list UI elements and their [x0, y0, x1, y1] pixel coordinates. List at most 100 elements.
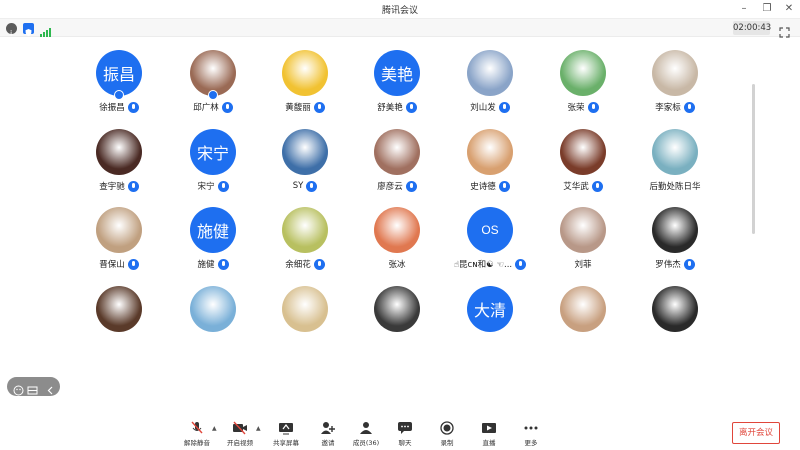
avatar: [652, 50, 698, 96]
participant-tile[interactable]: [168, 286, 258, 345]
participant-tile[interactable]: 李家标: [630, 50, 720, 126]
participant-tile[interactable]: 黄馥丽: [260, 50, 350, 126]
mic-on-icon: [313, 258, 325, 270]
video-options-caret[interactable]: ▲: [256, 425, 261, 432]
emoji-icon[interactable]: [13, 381, 24, 396]
participant-nameline: 黄馥丽: [260, 100, 350, 114]
start-video-label: 开启视频: [227, 439, 253, 447]
participant-nameline: SY: [260, 179, 350, 193]
participant-name: SY: [292, 181, 304, 191]
avatar: [652, 129, 698, 175]
mic-on-icon: [683, 258, 695, 270]
participant-tile[interactable]: 大清: [445, 286, 535, 345]
participant-tile[interactable]: 宋宁 宋宁: [168, 129, 258, 205]
participant-tile[interactable]: 刘山发: [445, 50, 535, 126]
restore-icon[interactable]: ❐: [760, 2, 774, 16]
mic-on-icon: [498, 180, 510, 192]
participant-name: 施健: [197, 260, 215, 270]
participant-tile[interactable]: [630, 286, 720, 345]
chat-button[interactable]: 聊天: [382, 420, 428, 450]
live-button[interactable]: 直播: [466, 420, 512, 450]
participant-nameline: 余细花: [260, 257, 350, 271]
avatar: [282, 286, 328, 332]
participant-tile[interactable]: OS ☝昆ᴄɴ和☯ ☜...: [445, 207, 535, 283]
signal-icon[interactable]: [40, 23, 51, 37]
floating-view-switch[interactable]: [7, 377, 60, 396]
participant-tile[interactable]: 施健 施健: [168, 207, 258, 283]
participant-tile[interactable]: [352, 286, 442, 345]
layout-icon[interactable]: [27, 381, 38, 395]
participant-tile[interactable]: 后勤处陈日华: [630, 129, 720, 205]
share-screen-icon: [278, 420, 294, 435]
participant-tile[interactable]: 刘菲: [538, 207, 628, 283]
participant-nameline: 舒美艳: [352, 100, 442, 114]
avatar: [282, 207, 328, 253]
info-icon[interactable]: i: [6, 23, 17, 38]
participant-tile[interactable]: 晋保山: [74, 207, 164, 283]
mic-on-icon: [313, 101, 325, 113]
leave-meeting-button[interactable]: 离开会议: [732, 422, 780, 444]
participant-nameline: 晋保山: [74, 257, 164, 271]
avatar: [652, 207, 698, 253]
close-icon[interactable]: ✕: [782, 2, 796, 16]
participant-tile[interactable]: [74, 286, 164, 345]
participant-name: 李家标: [655, 103, 681, 113]
participant-nameline: 艾华武: [538, 179, 628, 193]
avatar: [374, 129, 420, 175]
mic-on-icon: [127, 258, 139, 270]
participant-name: 罗伟杰: [655, 260, 681, 270]
participant-nameline: 罗伟杰: [630, 257, 720, 271]
mic-on-icon: [405, 101, 417, 113]
mic-on-icon: [498, 101, 510, 113]
mic-on-icon: [306, 180, 318, 192]
mic-on-icon: [127, 180, 139, 192]
more-button[interactable]: 更多: [508, 420, 554, 450]
avatar: [560, 286, 606, 332]
participant-tile[interactable]: 艾华武: [538, 129, 628, 205]
audio-options-caret[interactable]: ▲: [212, 425, 217, 432]
participant-tile[interactable]: 美艳 舒美艳: [352, 50, 442, 126]
participant-tile[interactable]: 张荣: [538, 50, 628, 126]
participant-tile[interactable]: 史诗德: [445, 129, 535, 205]
participant-name: 余细花: [285, 260, 311, 270]
participant-name: 张荣: [567, 103, 585, 113]
participant-tile[interactable]: SY: [260, 129, 350, 205]
share-screen-label: 共享屏幕: [273, 439, 299, 447]
participant-name: 廖彦云: [377, 182, 403, 192]
participant-tile[interactable]: 查宇驰: [74, 129, 164, 205]
shield-icon[interactable]: [23, 23, 34, 37]
participant-tile[interactable]: 邱广林: [168, 50, 258, 126]
avatar: [652, 286, 698, 332]
collapse-icon[interactable]: [45, 381, 56, 395]
avatar: [560, 129, 606, 175]
participant-name: 宋宁: [197, 182, 215, 192]
participant-tile[interactable]: 张冰: [352, 207, 442, 283]
host-badge-icon: [208, 90, 218, 100]
live-stream-icon: [481, 420, 497, 434]
participant-name: 黄馥丽: [285, 103, 311, 113]
participant-nameline: 徐振昌: [74, 100, 164, 114]
unmute-label: 解除静音: [184, 439, 210, 447]
participant-tile[interactable]: 振昌 徐振昌: [74, 50, 164, 126]
participant-nameline: 刘菲: [538, 257, 628, 271]
avatar: [374, 207, 420, 253]
participant-nameline: 李家标: [630, 100, 720, 114]
avatar: OS: [467, 207, 513, 253]
participant-tile[interactable]: 罗伟杰: [630, 207, 720, 283]
minimize-icon[interactable]: –: [737, 2, 751, 16]
participant-tile[interactable]: 余细花: [260, 207, 350, 283]
avatar: 大清: [467, 286, 513, 332]
gallery-scrollbar[interactable]: [752, 84, 755, 234]
participant-nameline: ☝昆ᴄɴ和☯ ☜...: [445, 257, 535, 271]
participant-tile[interactable]: [260, 286, 350, 345]
share-screen-button[interactable]: 共享屏幕: [263, 420, 309, 450]
participant-name: 晋保山: [99, 260, 125, 270]
record-button[interactable]: 录制: [424, 420, 470, 450]
participant-name: 舒美艳: [377, 103, 403, 113]
camera-off-icon: [232, 420, 248, 435]
fullscreen-icon[interactable]: [779, 23, 790, 38]
participant-name: 邱广林: [193, 103, 219, 113]
participant-tile[interactable]: [538, 286, 628, 345]
mic-on-icon: [683, 101, 695, 113]
participant-tile[interactable]: 廖彦云: [352, 129, 442, 205]
